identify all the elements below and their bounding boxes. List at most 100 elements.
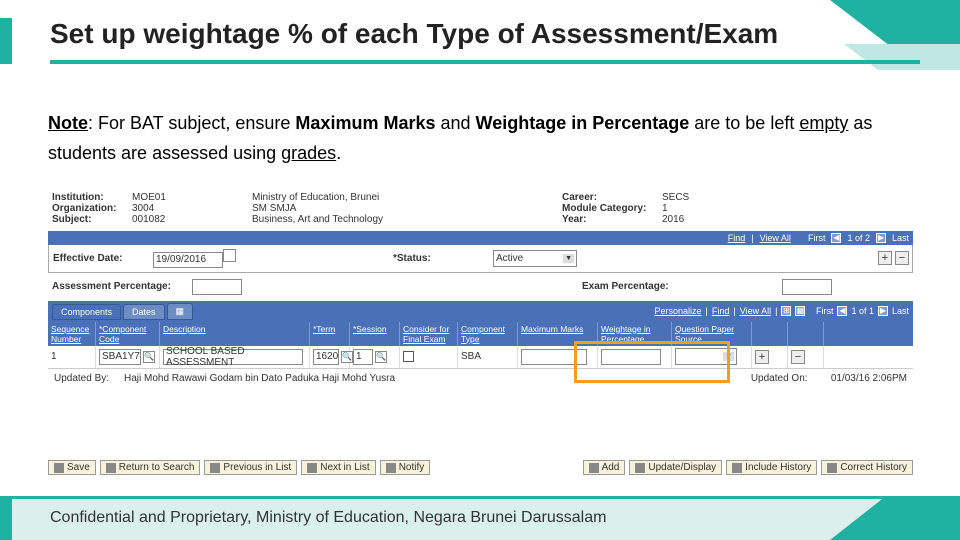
prev-arrow-icon[interactable]: ◀: [831, 233, 841, 243]
lookup-icon[interactable]: 🔍: [375, 351, 387, 363]
updated-on-label: Updated On:: [751, 373, 831, 384]
status-label: *Status:: [393, 253, 493, 264]
module-cat-value: 1: [662, 203, 762, 214]
title-bar: Set up weightage % of each Type of Asses…: [50, 18, 920, 64]
save-button[interactable]: Save: [48, 460, 96, 475]
find-link-2[interactable]: Find: [712, 306, 730, 316]
footer: Confidential and Proprietary, Ministry o…: [0, 496, 960, 540]
table-row: 1 SBA1Y7🔍 SCHOOL BASED ASSESSMENT 1620🔍 …: [48, 346, 913, 368]
code-input[interactable]: SBA1Y7: [99, 349, 141, 365]
next-arrow-2-icon[interactable]: ▶: [878, 306, 888, 316]
updated-on-value: 01/03/16 2:06PM: [831, 373, 907, 384]
ministry-value: Ministry of Education, Brunei: [252, 192, 412, 203]
pos-text: 1 of 2: [847, 233, 870, 243]
prev-icon: [210, 463, 220, 473]
add-row-button[interactable]: +: [878, 251, 892, 265]
col-desc[interactable]: Description: [160, 322, 310, 346]
eff-date-input[interactable]: 19/09/2016: [153, 252, 223, 268]
exam-pct-input[interactable]: [782, 279, 832, 295]
tab-components[interactable]: Components: [52, 304, 121, 320]
correct-history-button[interactable]: Correct History: [821, 460, 913, 475]
col-code[interactable]: *Component Code: [96, 322, 160, 346]
header-grid: Institution: MOE01 Ministry of Education…: [48, 186, 913, 231]
zoom-icon[interactable]: ⊞: [781, 306, 791, 316]
cell-seq: 1: [51, 351, 57, 362]
return-search-button[interactable]: Return to Search: [100, 460, 201, 475]
table-header: Sequence Number *Component Code Descript…: [48, 322, 913, 346]
type-value: SBA: [461, 351, 481, 362]
subject-label: Subject:: [52, 214, 132, 225]
max-marks-input[interactable]: [521, 349, 587, 365]
lookup-icon[interactable]: 🔍: [143, 351, 155, 363]
percentage-row: Assessment Percentage: Exam Percentage:: [48, 273, 913, 301]
consider-checkbox[interactable]: [403, 351, 414, 362]
col-seq[interactable]: Sequence Number: [48, 322, 96, 346]
session-input[interactable]: 1: [353, 349, 373, 365]
status-select[interactable]: Active: [493, 250, 577, 267]
career-label: Career:: [562, 192, 662, 203]
subject-name: Business, Art and Technology: [252, 214, 412, 225]
desc-input[interactable]: SCHOOL BASED ASSESSMENT: [163, 349, 303, 365]
institution-value: MOE01: [132, 192, 252, 203]
assess-pct-label: Assessment Percentage:: [52, 281, 192, 292]
viewall-link-2[interactable]: View All: [740, 306, 771, 316]
app-panel: Institution: MOE01 Ministry of Education…: [48, 186, 913, 456]
next-arrow-icon[interactable]: ▶: [876, 233, 886, 243]
calendar-icon[interactable]: [223, 249, 236, 262]
col-weight[interactable]: Weightage in Percentage: [598, 322, 672, 346]
add-component-button[interactable]: +: [755, 350, 769, 364]
update-icon: [635, 463, 645, 473]
source-select[interactable]: [675, 348, 737, 365]
notify-icon: [386, 463, 396, 473]
include-history-button[interactable]: Include History: [726, 460, 817, 475]
notify-button[interactable]: Notify: [380, 460, 431, 475]
effective-row: Effective Date: 19/09/2016 *Status: Acti…: [48, 245, 913, 273]
page-title: Set up weightage % of each Type of Asses…: [50, 18, 778, 50]
nav-bar-top: Find | View All First ◀ 1 of 2 ▶ Last: [48, 231, 913, 245]
career-value: SECS: [662, 192, 762, 203]
module-cat-label: Module Category:: [562, 203, 662, 214]
next-list-button[interactable]: Next in List: [301, 460, 375, 475]
history-icon: [732, 463, 742, 473]
exam-pct-label: Exam Percentage:: [582, 281, 782, 292]
footer-text: Confidential and Proprietary, Ministry o…: [50, 509, 606, 527]
tab-dates[interactable]: Dates: [123, 304, 165, 320]
col-consider[interactable]: Consider for Final Exam: [400, 322, 458, 346]
delete-component-button[interactable]: −: [791, 350, 805, 364]
organization-label: Organization:: [52, 203, 132, 214]
tab-expand-icon[interactable]: ▦: [167, 303, 194, 320]
add-icon: [589, 463, 599, 473]
col-type[interactable]: Component Type: [458, 322, 518, 346]
eff-date-label: Effective Date:: [53, 253, 153, 264]
col-source[interactable]: Question Paper Source: [672, 322, 752, 346]
toolbar: Save Return to Search Previous in List N…: [48, 460, 913, 475]
year-value: 2016: [662, 214, 762, 225]
updated-row: Updated By: Haji Mohd Rawawi Godam bin D…: [48, 368, 913, 388]
correct-icon: [827, 463, 837, 473]
search-icon: [106, 463, 116, 473]
prev-arrow-2-icon[interactable]: ◀: [837, 306, 847, 316]
prev-list-button[interactable]: Previous in List: [204, 460, 297, 475]
subject-value: 001082: [132, 214, 252, 225]
update-button[interactable]: Update/Display: [629, 460, 722, 475]
col-session[interactable]: *Session: [350, 322, 400, 346]
school-value: SM SMJA: [252, 203, 412, 214]
assess-pct-input[interactable]: [192, 279, 242, 295]
note-label: Note: [48, 113, 88, 133]
weightage-input[interactable]: [601, 349, 661, 365]
next-icon: [307, 463, 317, 473]
organization-value: 3004: [132, 203, 252, 214]
personalize-link[interactable]: Personalize: [655, 306, 702, 316]
delete-row-button[interactable]: −: [895, 251, 909, 265]
col-max[interactable]: Maximum Marks: [518, 322, 598, 346]
updated-by-label: Updated By:: [54, 373, 124, 384]
term-input[interactable]: 1620: [313, 349, 339, 365]
col-term[interactable]: *Term: [310, 322, 350, 346]
download-icon[interactable]: ▦: [795, 306, 805, 316]
save-icon: [54, 463, 64, 473]
add-button[interactable]: Add: [583, 460, 626, 475]
find-link[interactable]: Find: [728, 233, 746, 243]
viewall-link[interactable]: View All: [760, 233, 791, 243]
note-paragraph: Note: For BAT subject, ensure Maximum Ma…: [48, 108, 920, 168]
updated-by-value: Haji Mohd Rawawi Godam bin Dato Paduka H…: [124, 373, 751, 384]
